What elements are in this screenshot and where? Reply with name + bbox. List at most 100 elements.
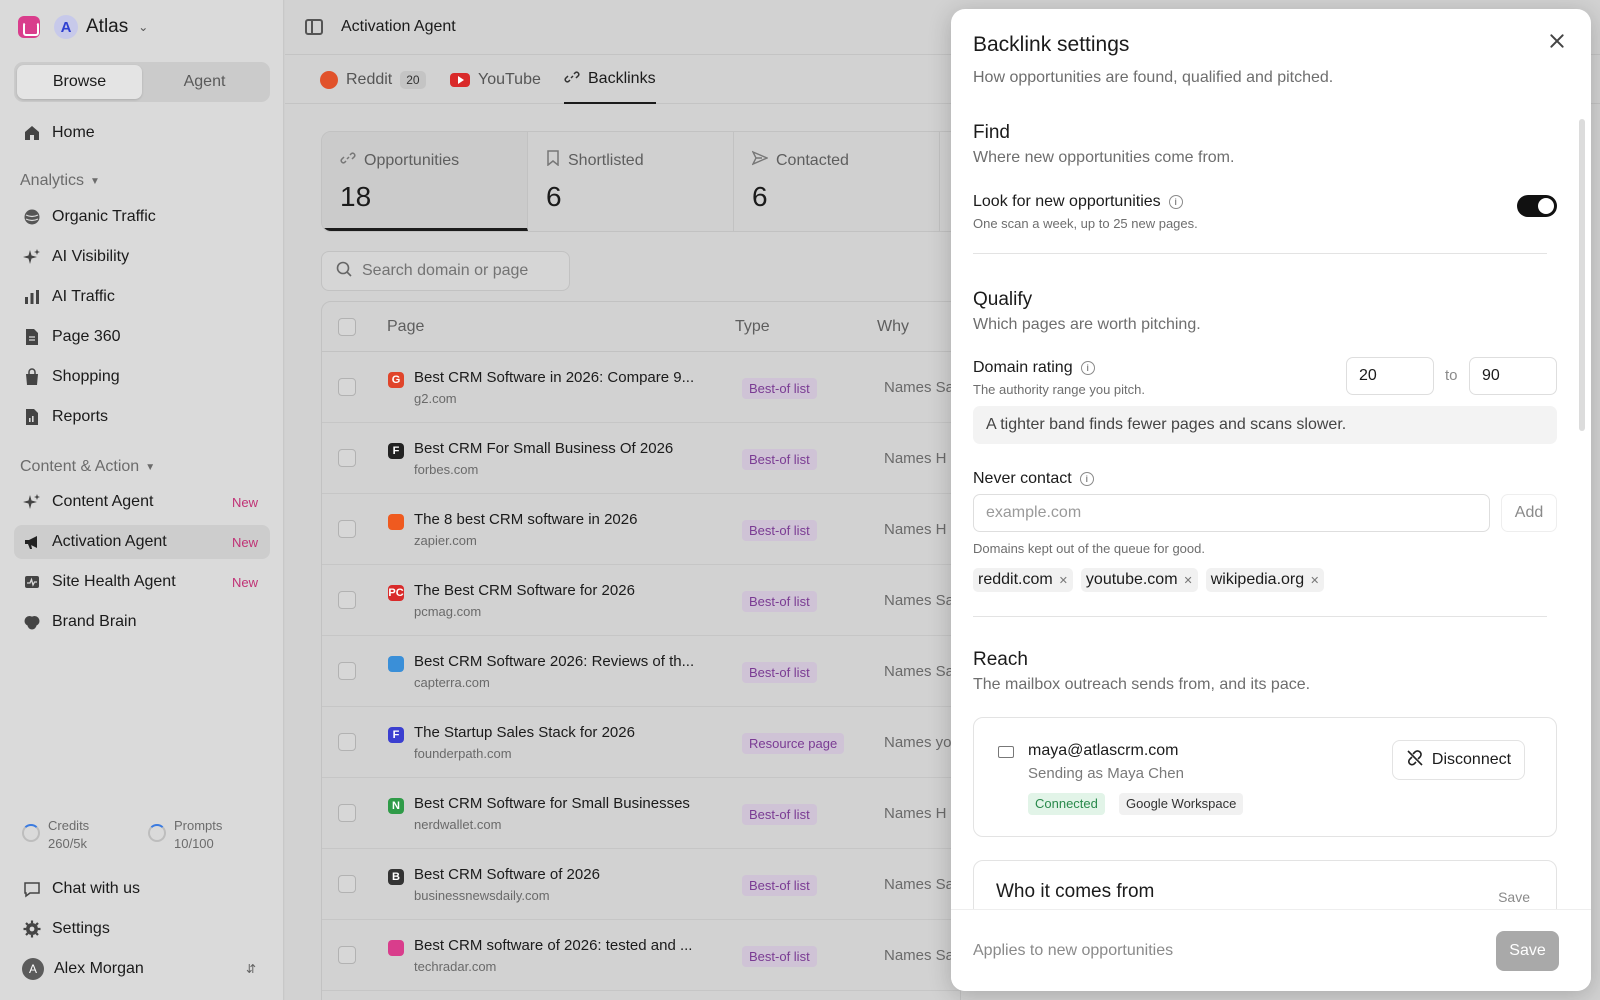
type-badge: Best-of list bbox=[742, 662, 817, 683]
type-badge: Best-of list bbox=[742, 378, 817, 399]
column-header-why[interactable]: Why bbox=[877, 318, 909, 336]
remove-icon[interactable]: ✕ bbox=[1184, 574, 1193, 587]
table-row[interactable]: The 8 best CRM software in 2026 zapier.co… bbox=[322, 494, 960, 565]
table-row[interactable]: F The Startup Sales Stack for 2026 founder… bbox=[322, 707, 960, 778]
page-title-link[interactable]: Best CRM Software of 2026 bbox=[414, 866, 600, 883]
search-input[interactable] bbox=[362, 262, 542, 280]
row-checkbox[interactable] bbox=[338, 378, 356, 396]
bookmark-icon bbox=[546, 150, 560, 171]
sidebar-item-label: Shopping bbox=[52, 368, 120, 385]
site-favicon-icon: G bbox=[388, 372, 404, 388]
progress-ring-icon bbox=[148, 824, 166, 842]
domain-rating-min-input[interactable] bbox=[1346, 357, 1434, 395]
segment-agent[interactable]: Agent bbox=[142, 65, 267, 99]
stat-value: 6 bbox=[546, 181, 562, 212]
sidebar-item-ai-visibility[interactable]: AI Visibility bbox=[14, 240, 270, 274]
sender-identity-save-link[interactable]: Save bbox=[1498, 889, 1530, 905]
sidebar-item-page-360[interactable]: Page 360 bbox=[14, 320, 270, 354]
drawer-footer: Applies to new opportunities Save bbox=[951, 909, 1591, 991]
info-icon[interactable]: i bbox=[1080, 361, 1095, 375]
sidebar-item-content-agent[interactable]: Content Agent New bbox=[14, 485, 270, 519]
stat-value: 18 bbox=[340, 181, 372, 212]
user-menu[interactable]: A Alex Morgan ⇵ bbox=[14, 952, 270, 986]
page-domain: businessnewsdaily.com bbox=[414, 888, 550, 903]
report-icon bbox=[22, 407, 42, 427]
sidebar-item-home[interactable]: Home bbox=[14, 116, 270, 150]
section-content-action[interactable]: Content & Action ▼ bbox=[20, 458, 155, 476]
row-checkbox[interactable] bbox=[338, 733, 356, 751]
domain-rating-max-input[interactable] bbox=[1469, 357, 1557, 395]
info-icon[interactable]: i bbox=[1079, 472, 1094, 486]
why-text: Names Sa bbox=[884, 592, 955, 609]
table-row[interactable]: Best CRM Software 2026: Reviews of th...… bbox=[322, 636, 960, 707]
close-icon[interactable] bbox=[1547, 31, 1567, 51]
page-title-link[interactable]: Best CRM Software for Small Businesses bbox=[414, 795, 690, 812]
sidebar-item-activation-agent[interactable]: Activation Agent New bbox=[14, 525, 270, 559]
table-body: G Best CRM Software in 2026: Compare 9...… bbox=[322, 352, 960, 991]
add-domain-button[interactable]: Add bbox=[1501, 494, 1557, 532]
select-all-checkbox[interactable] bbox=[338, 318, 356, 336]
info-icon[interactable]: i bbox=[1168, 195, 1183, 209]
column-header-page[interactable]: Page bbox=[387, 318, 424, 336]
page-title-link[interactable]: The Best CRM Software for 2026 bbox=[414, 582, 635, 599]
sidebar-item-chat[interactable]: Chat with us bbox=[14, 872, 270, 906]
sidebar-item-ai-traffic[interactable]: AI Traffic bbox=[14, 280, 270, 314]
sidebar-item-site-health-agent[interactable]: Site Health Agent New bbox=[14, 565, 270, 599]
sidebar-item-organic-traffic[interactable]: Organic Traffic bbox=[14, 200, 270, 234]
row-checkbox[interactable] bbox=[338, 804, 356, 822]
stat-card-contacted[interactable]: Contacted 6 bbox=[734, 132, 940, 231]
sidebar-item-settings[interactable]: Settings bbox=[14, 912, 270, 946]
table-row[interactable]: Best CRM software of 2026: tested and ..… bbox=[322, 920, 960, 991]
row-checkbox[interactable] bbox=[338, 520, 356, 538]
row-checkbox[interactable] bbox=[338, 662, 356, 680]
page-title-link[interactable]: The Startup Sales Stack for 2026 bbox=[414, 724, 635, 741]
remove-icon[interactable]: ✕ bbox=[1059, 574, 1068, 587]
page-title-link[interactable]: Best CRM software of 2026: tested and ..… bbox=[414, 937, 692, 954]
unlink-icon bbox=[1406, 749, 1424, 772]
type-badge: Best-of list bbox=[742, 804, 817, 825]
sidebar-item-shopping[interactable]: Shopping bbox=[14, 360, 270, 394]
row-checkbox[interactable] bbox=[338, 875, 356, 893]
tab-backlinks[interactable]: Backlinks bbox=[564, 56, 656, 104]
table-row[interactable]: B Best CRM Software of 2026 businessnewsda… bbox=[322, 849, 960, 920]
site-favicon-icon: B bbox=[388, 869, 404, 885]
save-button[interactable]: Save bbox=[1496, 931, 1559, 971]
page-title-link[interactable]: Best CRM Software 2026: Reviews of th... bbox=[414, 653, 694, 670]
page-title-link[interactable]: Best CRM For Small Business Of 2026 bbox=[414, 440, 673, 457]
table-row[interactable]: PC The Best CRM Software for 2026 pcmag.co… bbox=[322, 565, 960, 636]
page-title-link[interactable]: The 8 best CRM software in 2026 bbox=[414, 511, 637, 528]
table-row[interactable]: F Best CRM For Small Business Of 2026 forb… bbox=[322, 423, 960, 494]
why-text: Names Sa bbox=[884, 947, 955, 964]
tab-youtube[interactable]: YouTube bbox=[450, 56, 541, 104]
page-title-link[interactable]: Best CRM Software in 2026: Compare 9... bbox=[414, 369, 694, 386]
sidebar-item-brand-brain[interactable]: Brand Brain bbox=[14, 605, 270, 639]
usage-value: 10/100 bbox=[174, 836, 214, 851]
remove-icon[interactable]: ✕ bbox=[1310, 574, 1319, 587]
table-row[interactable]: G Best CRM Software in 2026: Compare 9...… bbox=[322, 352, 960, 423]
sidebar-item-label: Site Health Agent bbox=[52, 573, 176, 590]
scan-toggle-switch[interactable] bbox=[1517, 195, 1557, 217]
disconnect-button[interactable]: Disconnect bbox=[1392, 740, 1525, 780]
row-checkbox[interactable] bbox=[338, 591, 356, 609]
never-contact-input[interactable] bbox=[973, 494, 1490, 532]
sidebar-item-reports[interactable]: Reports bbox=[14, 400, 270, 434]
row-checkbox[interactable] bbox=[338, 946, 356, 964]
table-row[interactable]: N Best CRM Software for Small Businesses n… bbox=[322, 778, 960, 849]
drawer-scrollbar[interactable] bbox=[1579, 119, 1585, 431]
segment-browse[interactable]: Browse bbox=[17, 65, 142, 99]
progress-ring-icon bbox=[22, 824, 40, 842]
row-checkbox[interactable] bbox=[338, 449, 356, 467]
sidebar-item-label: Settings bbox=[52, 920, 110, 937]
section-analytics[interactable]: Analytics ▼ bbox=[20, 172, 100, 190]
why-text: Names H bbox=[884, 521, 947, 538]
stat-card-opportunities[interactable]: Opportunities 18 bbox=[322, 132, 528, 231]
stat-card-shortlisted[interactable]: Shortlisted 6 bbox=[528, 132, 734, 231]
tab-reddit[interactable]: Reddit 20 bbox=[320, 56, 426, 104]
sidebar-toggle-icon[interactable] bbox=[305, 19, 323, 35]
drawer-subtitle: How opportunities are found, qualified a… bbox=[973, 69, 1334, 86]
workspace-switcher[interactable]: A Atlas ⌄ bbox=[18, 15, 148, 39]
sidebar: A Atlas ⌄ Browse Agent Home Analytics ▼ O… bbox=[0, 0, 284, 1000]
reddit-icon bbox=[320, 71, 338, 89]
column-header-type[interactable]: Type bbox=[735, 318, 770, 336]
never-contact-hint: Domains kept out of the queue for good. bbox=[973, 541, 1205, 556]
